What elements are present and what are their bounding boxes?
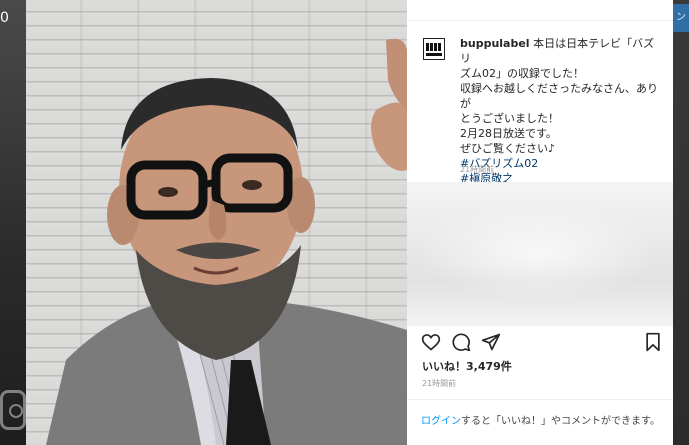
post-actions-bar <box>421 332 661 354</box>
comment-icon[interactable] <box>451 332 471 352</box>
likes-number: 3,479件 <box>466 360 512 373</box>
login-prompt-text: すると「いいね！」やコメントができます。 <box>461 416 660 427</box>
heart-icon[interactable] <box>421 332 441 352</box>
background-left-strip <box>0 0 26 445</box>
divider <box>407 399 673 400</box>
caption-line-4: とうございました！ <box>460 112 559 125</box>
post-side-panel: buppulabel 本日は日本テレビ「バズリ ズム02」の収録でした！ 収録へ… <box>407 0 673 445</box>
login-prompt: ログインすると「いいね！」やコメントができます。 <box>421 412 660 427</box>
bookmark-icon[interactable] <box>643 332 663 352</box>
username-link[interactable]: buppulabel <box>460 37 530 50</box>
caption-line-3: 収録へお越しくださったみなさん、ありが <box>460 82 658 110</box>
logo-top-bars <box>426 42 442 51</box>
login-link[interactable]: ログイン <box>421 416 461 427</box>
panel-header-strip <box>407 0 673 21</box>
background-left-text: 0 <box>0 10 9 26</box>
caption-line-2: ズム02」の収録でした！ <box>460 67 584 80</box>
caption-line-5: 2月28日放送です。 <box>460 127 557 140</box>
comments-fade-area <box>407 182 673 325</box>
share-icon[interactable] <box>481 332 501 352</box>
background-top-right-button[interactable]: ン <box>673 4 689 32</box>
post-photo <box>26 0 407 445</box>
caption-line-6: ぜひご覧ください♪ <box>460 142 556 155</box>
logo-bottom-bar <box>426 52 442 56</box>
portrait-illustration <box>46 38 407 445</box>
likes-count[interactable]: いいね！3,479件 <box>422 358 512 374</box>
buppu-label-logo-icon[interactable] <box>423 38 445 60</box>
caption-timestamp: 21時間前 <box>460 165 495 174</box>
instagram-icon <box>0 390 26 430</box>
divider <box>407 325 673 326</box>
background-right-strip <box>673 0 689 445</box>
post-timestamp: 21時間前 <box>422 379 457 388</box>
likes-prefix: いいね！ <box>422 360 466 373</box>
